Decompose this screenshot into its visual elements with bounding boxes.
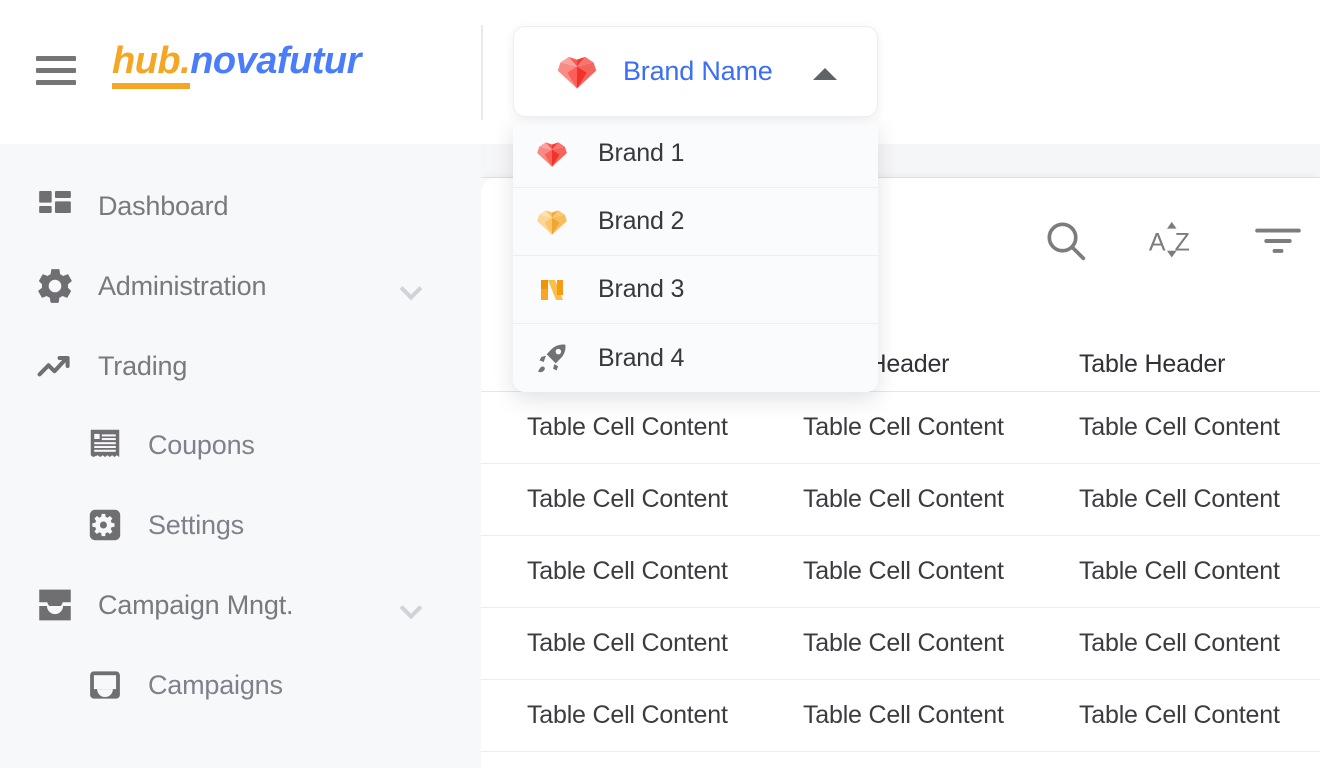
svg-text:Z: Z (1175, 228, 1190, 256)
inbox-square-icon (82, 666, 128, 704)
sort-az-icon: A Z (1146, 215, 1198, 272)
table-cell: Table Cell Content (803, 557, 1004, 585)
chevron-up-icon[interactable] (813, 67, 837, 80)
search-icon (1040, 215, 1092, 272)
heart-logo-red-icon (555, 50, 599, 94)
sidebar-item-trading[interactable]: Trading (0, 336, 481, 396)
table-cell: Table Cell Content (527, 557, 728, 585)
table-cell: Table Cell Content (803, 701, 1004, 729)
filter-icon (1252, 215, 1304, 272)
brand-menu-item-label: Brand 1 (598, 139, 685, 167)
brand-menu-item-2[interactable]: Brand 2 (513, 188, 878, 256)
chevron-down-icon[interactable] (399, 277, 423, 301)
table-cell: Table Cell Content (803, 629, 1004, 657)
sidebar-item-label: Dashboard (98, 190, 229, 221)
search-button[interactable] (1038, 215, 1094, 271)
receipt-list-icon (82, 426, 128, 464)
table-toolbar: A Z (1038, 178, 1320, 308)
sidebar-item-campaigns[interactable]: Campaigns (0, 655, 481, 715)
table-row[interactable]: Table Cell Content Table Cell Content Ta… (481, 608, 1320, 680)
sort-button[interactable]: A Z (1144, 215, 1200, 271)
table-row[interactable]: Table Cell Content Table Cell Content Ta… (481, 536, 1320, 608)
sidebar-item-campaign-mngt[interactable]: Campaign Mngt. (0, 575, 481, 635)
dashboard-grid-icon (32, 186, 78, 226)
chevron-down-icon[interactable] (399, 596, 423, 620)
brand-menu-item-label: Brand 3 (598, 275, 685, 303)
table-cell: Table Cell Content (803, 413, 1004, 441)
table-cell: Table Cell Content (803, 485, 1004, 513)
table-cell: Table Cell Content (527, 701, 728, 729)
svg-text:A: A (1149, 228, 1166, 256)
table-cell: Table Cell Content (1079, 701, 1280, 729)
brand-menu-item-4[interactable]: Brand 4 (513, 324, 878, 392)
data-table: Table Header Table Header Table Header T… (481, 338, 1320, 752)
sidebar-item-label: Campaigns (148, 669, 283, 700)
brand-menu-item-label: Brand 2 (598, 207, 685, 235)
hamburger-line (36, 67, 76, 73)
table-cell: Table Cell Content (1079, 413, 1280, 441)
table-cell: Table Cell Content (1079, 629, 1280, 657)
brand-selector-label: Brand Name (623, 56, 773, 86)
sidebar-item-label: Campaign Mngt. (98, 589, 294, 620)
table-cell: Table Cell Content (527, 413, 728, 441)
table-row[interactable]: Table Cell Content Table Cell Content Ta… (481, 392, 1320, 464)
logo-novafutur-text: novafutur (190, 40, 361, 82)
sidebar-item-label: Settings (148, 509, 244, 540)
trending-up-icon (32, 345, 78, 387)
app-root: Dashboard Administration Trading Coupons… (0, 0, 1320, 768)
brand-selector-button[interactable]: Brand Name (513, 26, 878, 117)
sidebar-item-label: Coupons (148, 429, 255, 460)
table-row[interactable]: Table Cell Content Table Cell Content Ta… (481, 680, 1320, 752)
hamburger-line (36, 79, 76, 85)
filter-button[interactable] (1250, 215, 1306, 271)
table-cell: Table Cell Content (1079, 557, 1280, 585)
hamburger-line (36, 55, 76, 61)
gear-icon (32, 265, 78, 307)
brand-dropdown-menu: Brand 1 Brand 2 Brand 3 Brand 4 (513, 120, 878, 392)
rocket-icon (530, 336, 574, 380)
table-row[interactable]: Table Cell Content Table Cell Content Ta… (481, 464, 1320, 536)
settings-square-icon (82, 506, 128, 544)
letter-n-logo-orange-icon (530, 268, 574, 312)
brand-menu-item-label: Brand 4 (598, 343, 685, 372)
sidebar-item-administration[interactable]: Administration (0, 256, 481, 316)
sidebar-item-dashboard[interactable]: Dashboard (0, 176, 481, 236)
heart-logo-gold-icon (530, 200, 574, 244)
table-cell: Table Cell Content (1079, 485, 1280, 513)
header-divider (481, 25, 483, 120)
sidebar-item-label: Trading (98, 350, 188, 381)
brand-menu-item-1[interactable]: Brand 1 (513, 120, 878, 188)
inbox-tray-icon (32, 584, 78, 626)
app-logo[interactable]: hub.novafutur (112, 40, 361, 89)
sidebar-item-settings[interactable]: Settings (0, 495, 481, 555)
brand-menu-item-3[interactable]: Brand 3 (513, 256, 878, 324)
logo-hub-text: hub. (112, 40, 191, 89)
table-cell: Table Cell Content (527, 485, 728, 513)
sidebar-item-coupons[interactable]: Coupons (0, 415, 481, 475)
sidebar-item-label: Administration (98, 270, 267, 301)
table-cell: Table Cell Content (527, 629, 728, 657)
heart-logo-red-icon (530, 132, 574, 176)
hamburger-menu-icon[interactable] (36, 50, 76, 90)
table-header-cell: Table Header (1079, 350, 1226, 378)
sidebar: Dashboard Administration Trading Coupons… (0, 144, 481, 768)
